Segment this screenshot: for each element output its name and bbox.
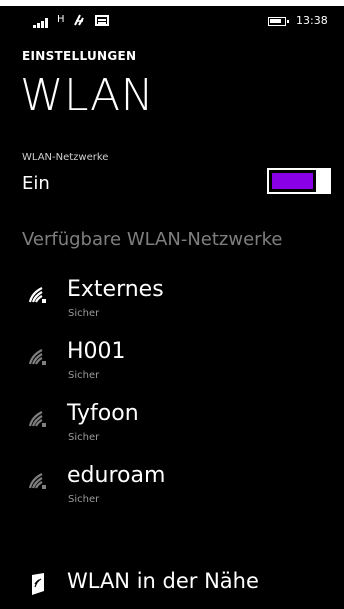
- wifi-nearby-label: WLAN in der Nähe: [67, 569, 259, 593]
- message-icon: [95, 15, 109, 26]
- clock: 13:38: [296, 14, 328, 27]
- wifi-status-icon: [74, 14, 84, 26]
- network-security: Sicher: [68, 308, 100, 319]
- wifi-icon: [28, 287, 46, 303]
- status-bar: H 13:38: [0, 6, 344, 34]
- toggle-thumb: [317, 168, 331, 194]
- wifi-icon: [28, 349, 46, 365]
- wifi-toggle-label: WLAN-Netzwerke: [22, 152, 109, 163]
- toggle-fill: [272, 173, 313, 189]
- wifi-icon: [28, 411, 46, 427]
- network-name: Tyfoon: [67, 401, 139, 426]
- wifi-toggle-value: Ein: [22, 173, 50, 194]
- page-title: WLAN: [20, 70, 155, 121]
- network-name: H001: [67, 339, 126, 364]
- network-type-label: H: [57, 14, 65, 25]
- network-name: Externes: [67, 277, 164, 302]
- toggle-track: [267, 168, 318, 194]
- network-item-h001[interactable]: H001 Sicher: [22, 339, 322, 385]
- wifi-nearby-button[interactable]: WLAN in der Nähe: [22, 567, 322, 601]
- network-name: eduroam: [67, 463, 166, 488]
- battery-icon: [268, 17, 289, 26]
- wifi-toggle-switch[interactable]: [267, 168, 331, 194]
- network-item-eduroam[interactable]: eduroam Sicher: [22, 463, 322, 509]
- network-security: Sicher: [68, 432, 100, 443]
- available-networks-header: Verfügbare WLAN-Netzwerke: [22, 229, 283, 250]
- network-security: Sicher: [68, 494, 100, 505]
- map-icon: [32, 573, 44, 595]
- app-title: EINSTELLUNGEN: [22, 49, 137, 63]
- signal-icon: [33, 18, 51, 28]
- wifi-icon: [28, 473, 46, 489]
- network-item-externes[interactable]: Externes Sicher: [22, 277, 322, 323]
- network-item-tyfoon[interactable]: Tyfoon Sicher: [22, 401, 322, 447]
- network-security: Sicher: [68, 370, 100, 381]
